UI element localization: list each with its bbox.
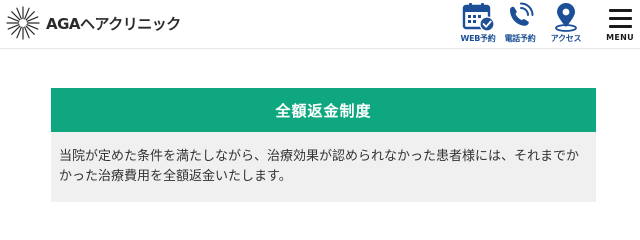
calendar-check-icon (462, 3, 495, 32)
hamburger-menu-button[interactable]: MENU (602, 2, 638, 46)
logo-text: AGAヘアクリニック (46, 14, 181, 33)
refund-guarantee-section: 全額返金制度 当院が定めた条件を満たしながら、治療効果が認められなかった患者様に… (51, 88, 596, 202)
access-link[interactable]: アクセス (538, 2, 594, 46)
refund-guarantee-title: 全額返金制度 (275, 101, 372, 120)
menu-label: MENU (606, 33, 634, 42)
clinic-logo[interactable]: AGAヘアクリニック (6, 6, 181, 40)
refund-guarantee-header: 全額返金制度 (51, 88, 596, 132)
refund-guarantee-text: 当院が定めた条件を満たしながら、治療効果が認められなかった患者様には、それまでか… (59, 149, 580, 184)
map-pin-icon (555, 3, 577, 32)
access-label: アクセス (550, 34, 582, 43)
starburst-logo-icon (6, 6, 40, 40)
phone-icon (510, 2, 534, 26)
site-header: AGAヘアクリニック WEB予約 電話予約 アクセス MENU (0, 0, 640, 49)
hamburger-icon (609, 9, 632, 12)
refund-guarantee-body: 当院が定めた条件を満たしながら、治療効果が認められなかった患者様には、それまでか… (51, 132, 596, 202)
